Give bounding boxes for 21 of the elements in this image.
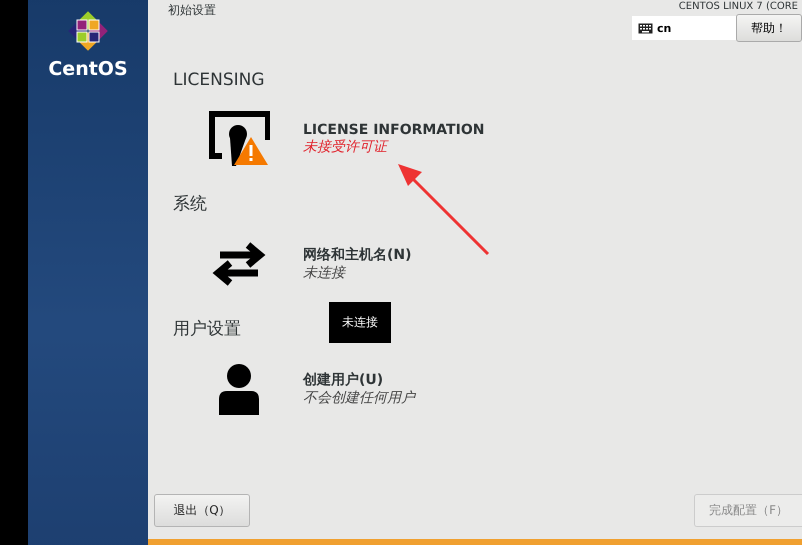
spoke-title: LICENSE INFORMATION	[303, 122, 484, 138]
spoke-status: 不会创建任何用户	[303, 389, 415, 407]
tooltip: 未连接	[329, 302, 391, 343]
license-warning-icon	[208, 110, 270, 168]
help-button[interactable]: 帮助！	[736, 14, 802, 42]
keyboard-layout-field[interactable]: cn	[632, 16, 736, 40]
footer-button[interactable]: 退出（Q）	[154, 494, 250, 527]
spoke-title: 创建用户(U)	[303, 371, 384, 389]
user-icon	[218, 363, 260, 415]
section-heading: LICENSING	[173, 70, 265, 90]
spoke-item[interactable]: LICENSE INFORMATION 未接受许可证	[199, 96, 484, 182]
page-title: 初始设置	[168, 2, 216, 19]
section-heading: 系统	[173, 193, 207, 215]
section-heading: 用户设置	[173, 318, 241, 340]
spoke-item[interactable]: 创建用户(U) 不会创建任何用户	[199, 346, 415, 432]
product-name: CENTOS LINUX 7 (CORE	[678, 1, 798, 12]
logo-text: CentOS	[48, 58, 128, 80]
spoke-title: 网络和主机名(N)	[303, 246, 412, 264]
spoke-status: 未接受许可证	[303, 138, 390, 156]
spoke-status: 未连接	[303, 264, 347, 282]
keyboard-icon	[638, 22, 653, 34]
